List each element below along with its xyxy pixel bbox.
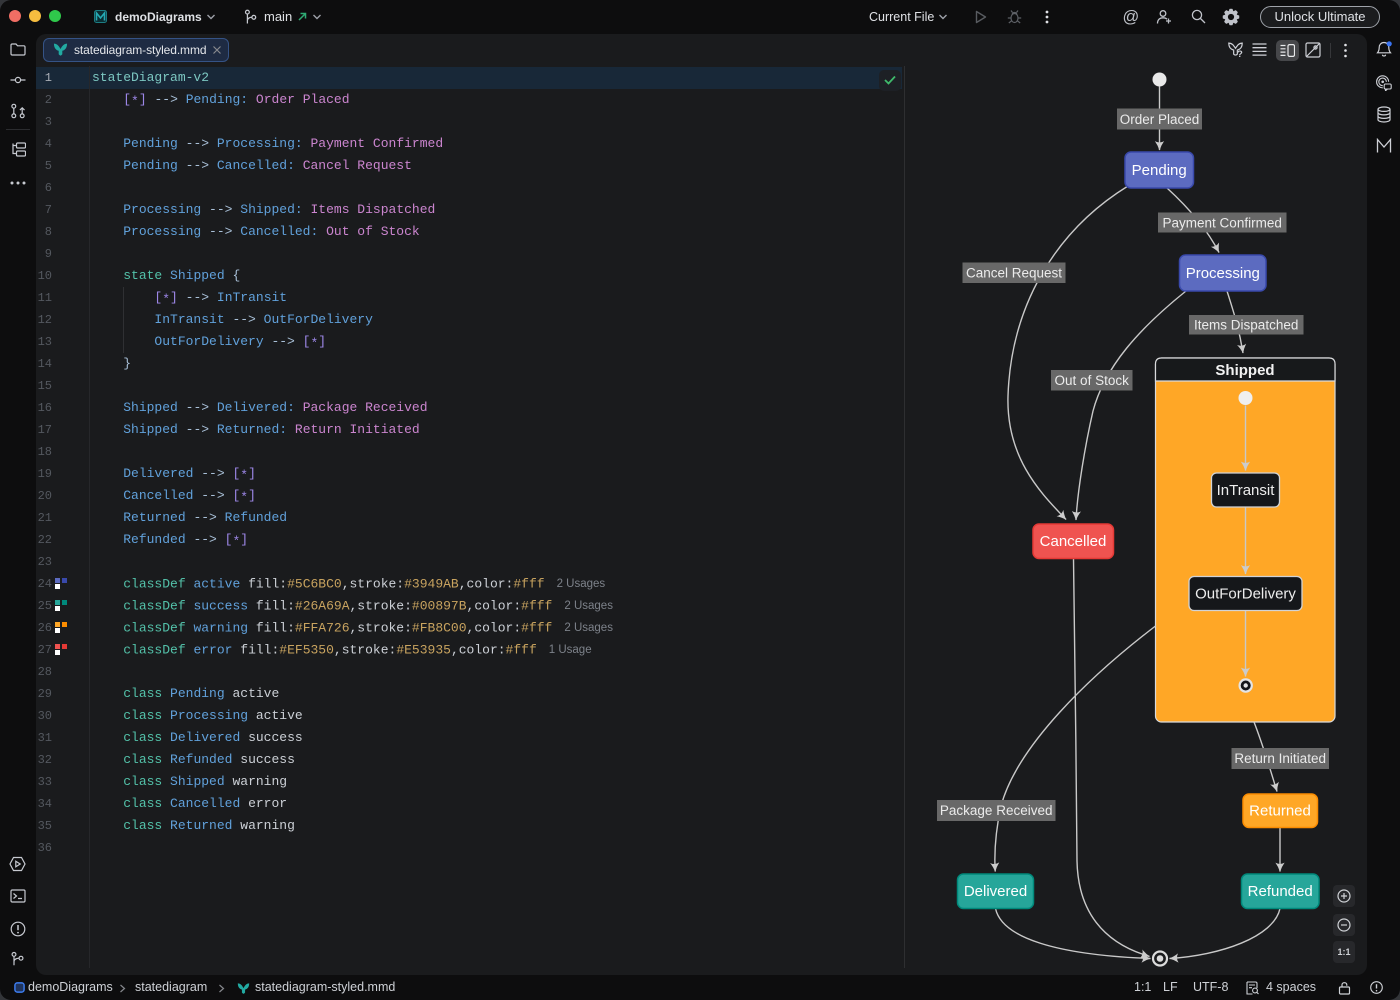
svg-text:Return Initiated: Return Initiated <box>1234 751 1326 766</box>
svg-text:Out of Stock: Out of Stock <box>1055 373 1130 388</box>
svg-text:Refunded: Refunded <box>1248 883 1313 900</box>
svg-text:OutForDelivery: OutForDelivery <box>1195 586 1296 603</box>
svg-text:Returned: Returned <box>1249 803 1311 820</box>
svg-text:Order Placed: Order Placed <box>1120 112 1200 127</box>
svg-text:Cancel Request: Cancel Request <box>966 266 1062 281</box>
svg-text:@: @ <box>1123 8 1140 26</box>
svg-text:Delivered: Delivered <box>964 883 1027 900</box>
svg-text:Package Received: Package Received <box>940 803 1053 818</box>
svg-text:InTransit: InTransit <box>1217 482 1276 499</box>
svg-text:Items Dispatched: Items Dispatched <box>1194 318 1298 333</box>
svg-text:Shipped: Shipped <box>1215 362 1274 379</box>
svg-text:Cancelled: Cancelled <box>1040 533 1107 550</box>
svg-text:Payment Confirmed: Payment Confirmed <box>1163 216 1282 231</box>
svg-text:Pending: Pending <box>1132 162 1187 179</box>
svg-text:Processing: Processing <box>1186 265 1260 282</box>
svg-text:?: ? <box>1237 49 1243 59</box>
